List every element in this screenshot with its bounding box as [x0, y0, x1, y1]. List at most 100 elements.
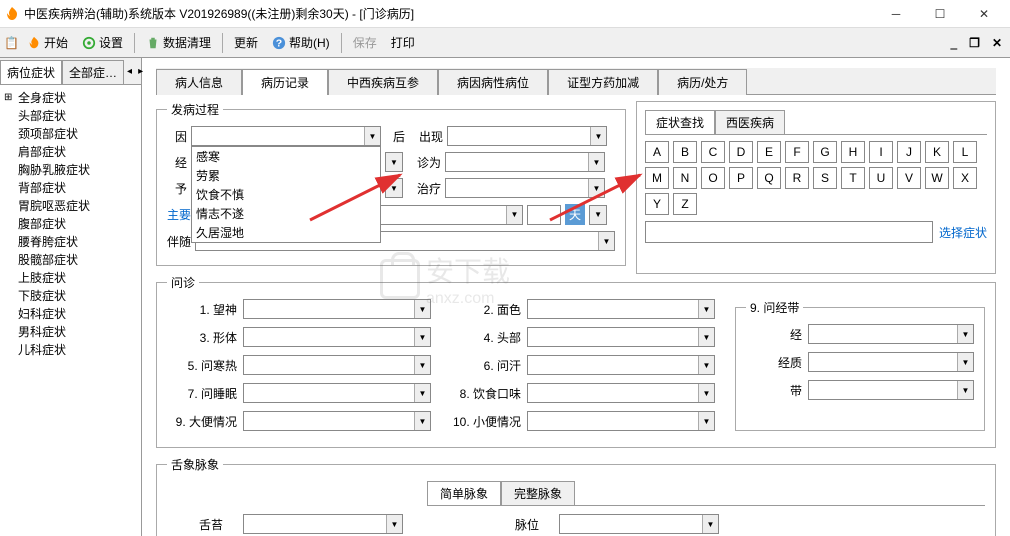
dd-option[interactable]: 久居湿地 — [192, 223, 380, 242]
alpha-key-L[interactable]: L — [953, 141, 977, 163]
chevron-down-icon[interactable]: ▼ — [698, 328, 714, 346]
wen-combo[interactable]: ▼ — [527, 355, 715, 375]
chevron-down-icon[interactable]: ▼ — [698, 356, 714, 374]
tree-item[interactable]: 腰脊胯症状 — [4, 233, 137, 251]
tree-item[interactable]: 下肢症状 — [4, 287, 137, 305]
mdi-minimize-button[interactable]: ‗ — [947, 34, 962, 52]
alpha-key-O[interactable]: O — [701, 167, 725, 189]
chevron-down-icon[interactable]: ▼ — [414, 300, 430, 318]
chevron-down-icon[interactable]: ▼ — [598, 232, 614, 250]
side-tab-location[interactable]: 病位症状 — [0, 60, 62, 84]
days-input[interactable] — [527, 205, 561, 225]
chevron-down-icon[interactable]: ▼ — [414, 356, 430, 374]
chevron-down-icon[interactable]: ▼ — [588, 153, 604, 171]
small-combo[interactable]: ▼ — [589, 205, 607, 225]
chevron-down-icon[interactable]: ▼ — [414, 384, 430, 402]
tree-item[interactable]: 背部症状 — [4, 179, 137, 197]
tree-item[interactable]: 颈项部症状 — [4, 125, 137, 143]
update-button[interactable]: 更新 — [228, 32, 264, 53]
dd-option[interactable]: 饮食不慎 — [192, 185, 380, 204]
tree-item[interactable]: 全身症状 — [4, 89, 137, 107]
alpha-key-W[interactable]: W — [925, 167, 949, 189]
alpha-key-U[interactable]: U — [869, 167, 893, 189]
tab-cn-west[interactable]: 中西疾病互参 — [328, 69, 438, 95]
cause-combo[interactable]: ▼ 感寒 劳累 饮食不慎 情志不遂 久居湿地 — [191, 126, 381, 146]
alpha-key-D[interactable]: D — [729, 141, 753, 163]
tab-full-pulse[interactable]: 完整脉象 — [501, 481, 575, 505]
alpha-key-B[interactable]: B — [673, 141, 697, 163]
alpha-key-X[interactable]: X — [953, 167, 977, 189]
tree-item[interactable]: 胸胁乳腋症状 — [4, 161, 137, 179]
alpha-key-Z[interactable]: Z — [673, 193, 697, 215]
side-tab-all[interactable]: 全部症… — [62, 60, 124, 84]
chevron-down-icon[interactable]: ▼ — [957, 381, 973, 399]
wen-combo[interactable]: ▼ — [527, 299, 715, 319]
tab-prescription[interactable]: 病历/处方 — [658, 69, 747, 95]
maiwei-combo[interactable]: ▼ — [559, 514, 719, 534]
dd-option[interactable]: 感寒 — [192, 147, 380, 166]
alpha-key-R[interactable]: R — [785, 167, 809, 189]
chevron-down-icon[interactable]: ▼ — [698, 384, 714, 402]
wen-combo[interactable]: ▼ — [243, 411, 431, 431]
wen-combo[interactable]: ▼ — [243, 299, 431, 319]
close-button[interactable]: ✕ — [962, 0, 1006, 28]
main-cond-combo2[interactable]: ▼ — [373, 205, 523, 225]
alpha-key-Q[interactable]: Q — [757, 167, 781, 189]
wen-combo[interactable]: ▼ — [527, 383, 715, 403]
chevron-down-icon[interactable]: ▼ — [702, 515, 718, 533]
alpha-key-V[interactable]: V — [897, 167, 921, 189]
alpha-key-I[interactable]: I — [869, 141, 893, 163]
tab-western[interactable]: 西医疾病 — [715, 110, 785, 134]
tab-cause[interactable]: 病因病性病位 — [438, 69, 548, 95]
jing-combo[interactable]: ▼ — [808, 324, 974, 344]
treat-combo[interactable]: ▼ — [445, 178, 605, 198]
alpha-key-K[interactable]: K — [925, 141, 949, 163]
chevron-down-icon[interactable]: ▼ — [414, 328, 430, 346]
alpha-key-S[interactable]: S — [813, 167, 837, 189]
tree-item[interactable]: 股髋部症状 — [4, 251, 137, 269]
alpha-key-G[interactable]: G — [813, 141, 837, 163]
choose-symptom-link[interactable]: 选择症状 — [939, 224, 987, 241]
chevron-down-icon[interactable]: ▼ — [698, 412, 714, 430]
alpha-key-C[interactable]: C — [701, 141, 725, 163]
dd-option[interactable]: 情志不遂 — [192, 204, 380, 223]
jingzhi-combo[interactable]: ▼ — [808, 352, 974, 372]
minimize-button[interactable]: ─ — [874, 0, 918, 28]
tree-item[interactable]: 男科症状 — [4, 323, 137, 341]
diagnose-combo[interactable]: ▼ — [445, 152, 605, 172]
small-combo[interactable]: ▼ — [385, 178, 403, 198]
shetai-combo[interactable]: ▼ — [243, 514, 403, 534]
wen-combo[interactable]: ▼ — [243, 355, 431, 375]
alpha-key-T[interactable]: T — [841, 167, 865, 189]
cleanup-button[interactable]: 数据清理 — [140, 32, 217, 53]
help-button[interactable]: ? 帮助(H) — [266, 32, 336, 53]
alpha-key-N[interactable]: N — [673, 167, 697, 189]
mdi-close-button[interactable]: ✕ — [988, 34, 1006, 52]
maximize-button[interactable]: ☐ — [918, 0, 962, 28]
chevron-down-icon[interactable]: ▼ — [414, 412, 430, 430]
wen-combo[interactable]: ▼ — [527, 327, 715, 347]
tab-record[interactable]: 病历记录 — [242, 69, 328, 95]
appear-combo[interactable]: ▼ — [447, 126, 607, 146]
alpha-key-J[interactable]: J — [897, 141, 921, 163]
dai-combo[interactable]: ▼ — [808, 380, 974, 400]
alpha-key-P[interactable]: P — [729, 167, 753, 189]
alpha-key-A[interactable]: A — [645, 141, 669, 163]
cause-input[interactable] — [192, 127, 364, 145]
alpha-key-Y[interactable]: Y — [645, 193, 669, 215]
alpha-key-M[interactable]: M — [645, 167, 669, 189]
tree-item[interactable]: 上肢症状 — [4, 269, 137, 287]
tab-symptom-search[interactable]: 症状查找 — [645, 110, 715, 134]
side-nav-left-icon[interactable]: ◂ — [124, 64, 135, 79]
dd-option[interactable]: 劳累 — [192, 166, 380, 185]
chevron-down-icon[interactable]: ▼ — [386, 515, 402, 533]
chevron-down-icon[interactable]: ▼ — [386, 153, 402, 171]
chevron-down-icon[interactable]: ▼ — [957, 325, 973, 343]
alpha-key-F[interactable]: F — [785, 141, 809, 163]
wen-combo[interactable]: ▼ — [527, 411, 715, 431]
tree-item[interactable]: 儿科症状 — [4, 341, 137, 359]
tab-formula[interactable]: 证型方药加减 — [548, 69, 658, 95]
wen-combo[interactable]: ▼ — [243, 383, 431, 403]
symptom-search-input[interactable] — [645, 221, 933, 243]
start-button[interactable]: 开始 — [21, 32, 74, 53]
